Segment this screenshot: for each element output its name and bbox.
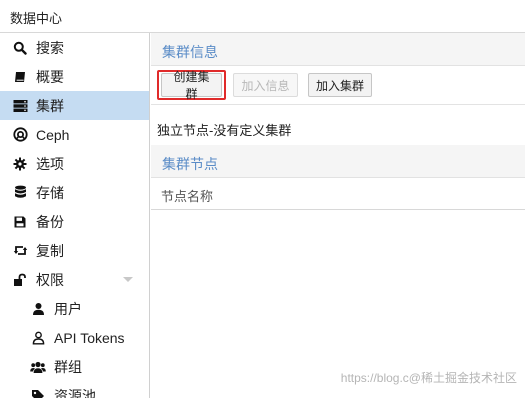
server-icon <box>12 98 28 114</box>
sidebar-item-permissions[interactable]: 权限 <box>0 265 149 294</box>
sidebar-item-options[interactable]: 选项 <box>0 149 149 178</box>
sidebar-item-backup[interactable]: 备份 <box>0 207 149 236</box>
join-cluster-button[interactable]: 加入集群 <box>308 73 372 97</box>
sidebar-item-label: 复制 <box>36 242 64 259</box>
database-icon <box>12 185 28 201</box>
cluster-nodes-title: 集群节点 <box>162 156 218 172</box>
sidebar-item-ceph[interactable]: Ceph <box>0 120 149 149</box>
sidebar-item-summary[interactable]: 概要 <box>0 62 149 91</box>
gear-icon <box>12 156 28 172</box>
book-icon <box>12 69 28 85</box>
sidebar-item-groups[interactable]: 群组 <box>0 352 149 381</box>
column-header-node-name[interactable]: 节点名称 <box>161 186 213 205</box>
floppy-icon <box>12 214 28 230</box>
user-icon <box>30 301 46 317</box>
create-cluster-button[interactable]: 创建集群 <box>161 70 222 101</box>
sidebar-item-api-tokens[interactable]: API Tokens <box>0 323 149 352</box>
sidebar-item-label: 备份 <box>36 213 64 230</box>
sidebar-item-label: 集群 <box>36 97 64 114</box>
sidebar-item-label: 概要 <box>36 68 64 85</box>
cluster-toolbar: 创建集群 加入信息 加入集群 <box>151 67 525 105</box>
sidebar-item-label: 存储 <box>36 184 64 201</box>
sidebar-item-label: 资源池 <box>54 387 96 398</box>
unlock-icon <box>12 272 28 288</box>
sidebar-item-label: 群组 <box>54 358 82 375</box>
watermark: https://blog.c@稀土掘金技术社区 <box>340 371 517 385</box>
retweet-icon <box>12 243 28 259</box>
datacenter-title: 数据中心 <box>10 11 63 26</box>
sidebar-item-label: API Tokens <box>54 329 125 346</box>
sidebar-item-cluster[interactable]: 集群 <box>0 91 149 120</box>
sidebar-item-replication[interactable]: 复制 <box>0 236 149 265</box>
tags-icon <box>30 388 46 398</box>
top-bar: 数据中心 <box>0 0 525 33</box>
users-icon <box>30 359 46 375</box>
cluster-nodes-header: 集群节点 <box>151 145 525 178</box>
sidebar-item-label: Ceph <box>36 126 70 143</box>
chevron-down-icon[interactable] <box>123 277 133 282</box>
nodes-table-header: 节点名称 <box>151 178 525 210</box>
sidebar-item-label: 权限 <box>36 271 64 288</box>
standalone-node-text: 独立节点-没有定义集群 <box>157 123 292 138</box>
sidebar-item-pools[interactable]: 资源池 <box>0 381 149 398</box>
sidebar: 搜索 概要 集群 Ceph 选项 存储 备份 复制 权限 用户 API Toke… <box>0 33 150 398</box>
person-outline-icon <box>30 330 46 346</box>
cluster-info-header: 集群信息 <box>151 33 525 66</box>
join-info-button[interactable]: 加入信息 <box>233 73 298 97</box>
cluster-info-title: 集群信息 <box>162 44 218 60</box>
sidebar-item-search[interactable]: 搜索 <box>0 33 149 62</box>
sidebar-item-label: 搜索 <box>36 39 64 56</box>
sidebar-item-label: 选项 <box>36 155 64 172</box>
main-content: 集群信息 创建集群 加入信息 加入集群 独立节点-没有定义集群 集群节点 节点名… <box>151 33 525 398</box>
sidebar-item-label: 用户 <box>54 300 82 317</box>
search-icon <box>12 40 28 56</box>
sidebar-item-storage[interactable]: 存储 <box>0 178 149 207</box>
sidebar-item-users[interactable]: 用户 <box>0 294 149 323</box>
ceph-icon <box>12 127 28 143</box>
